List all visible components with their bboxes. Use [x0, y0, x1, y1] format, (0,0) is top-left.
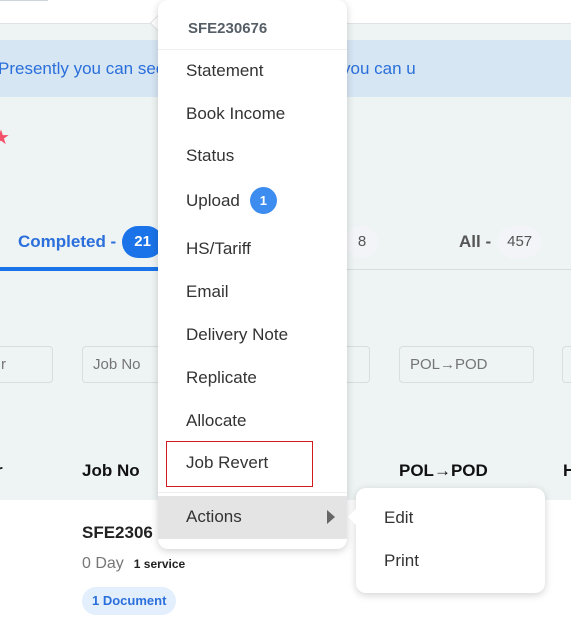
menu-item-hs-tariff[interactable]: HS/Tariff: [186, 239, 251, 259]
column-header-pol-pod: POL→POD: [399, 461, 488, 480]
upload-count-badge: 1: [249, 187, 277, 214]
context-menu: SFE230676 Statement Book Income Status U…: [158, 0, 347, 549]
column-header: H: [563, 461, 571, 480]
submenu-item-edit[interactable]: Edit: [384, 508, 413, 528]
column-header-job-no: Job No: [82, 461, 140, 480]
menu-item-label: Upload: [186, 190, 240, 210]
menu-item-label: Statement: [186, 61, 264, 80]
tab-label: All -: [459, 232, 492, 251]
job-number[interactable]: SFE2306: [82, 523, 153, 543]
menu-item-label: Replicate: [186, 368, 257, 387]
filter-input[interactable]: [0, 346, 53, 383]
menu-item-job-revert[interactable]: Job Revert: [186, 453, 268, 473]
tab-count: 8: [345, 226, 379, 258]
tab-all[interactable]: All - 457: [459, 226, 543, 258]
menu-item-label: Book Income: [186, 104, 286, 123]
menu-item-label: Email: [186, 282, 229, 301]
tab-count: 21: [122, 226, 163, 258]
star-icon[interactable]: ★: [0, 128, 10, 148]
menu-item-label: Status: [186, 146, 235, 165]
job-meta: 0 Day 1 service: [82, 555, 185, 573]
filter-input[interactable]: [562, 346, 571, 383]
tab-count: 457: [497, 226, 543, 258]
submenu-item-print[interactable]: Print: [384, 551, 419, 571]
actions-submenu: Edit Print: [356, 488, 545, 593]
active-tab-indicator: [0, 267, 160, 271]
submenu-caret: [348, 509, 356, 525]
menu-item-email[interactable]: Email: [186, 282, 229, 302]
menu-item-label: Delivery Note: [186, 325, 289, 344]
menu-item-book-income[interactable]: Book Income: [186, 104, 285, 124]
menu-header: SFE230676: [158, 0, 347, 50]
submenu-arrow-icon: [327, 510, 335, 524]
menu-item-replicate[interactable]: Replicate: [186, 368, 257, 388]
tab-other[interactable]: 8: [345, 226, 379, 258]
tab-completed[interactable]: Completed - 21: [18, 226, 163, 258]
service-count: 1 service: [133, 557, 186, 571]
tab-label: Completed -: [18, 232, 117, 251]
menu-item-delivery-note[interactable]: Delivery Note: [186, 325, 288, 345]
menu-item-actions[interactable]: Actions: [158, 496, 347, 539]
menu-item-label: Job Revert: [186, 453, 269, 472]
menu-item-label: Allocate: [186, 411, 247, 430]
column-header: r: [0, 461, 3, 481]
menu-item-status[interactable]: Status: [186, 146, 234, 166]
pol-pod-filter-input[interactable]: [399, 346, 534, 383]
job-days: 0 Day: [82, 555, 124, 572]
menu-item-label: Actions: [186, 507, 242, 526]
menu-divider: [158, 492, 347, 493]
menu-item-label: HS/Tariff: [186, 239, 251, 258]
documents-badge[interactable]: 1 Document: [82, 587, 177, 615]
menu-item-upload[interactable]: Upload 1: [186, 187, 277, 214]
menu-item-statement[interactable]: Statement: [186, 61, 264, 81]
menu-item-allocate[interactable]: Allocate: [186, 411, 246, 431]
top-tab-stub: [0, 0, 48, 1]
